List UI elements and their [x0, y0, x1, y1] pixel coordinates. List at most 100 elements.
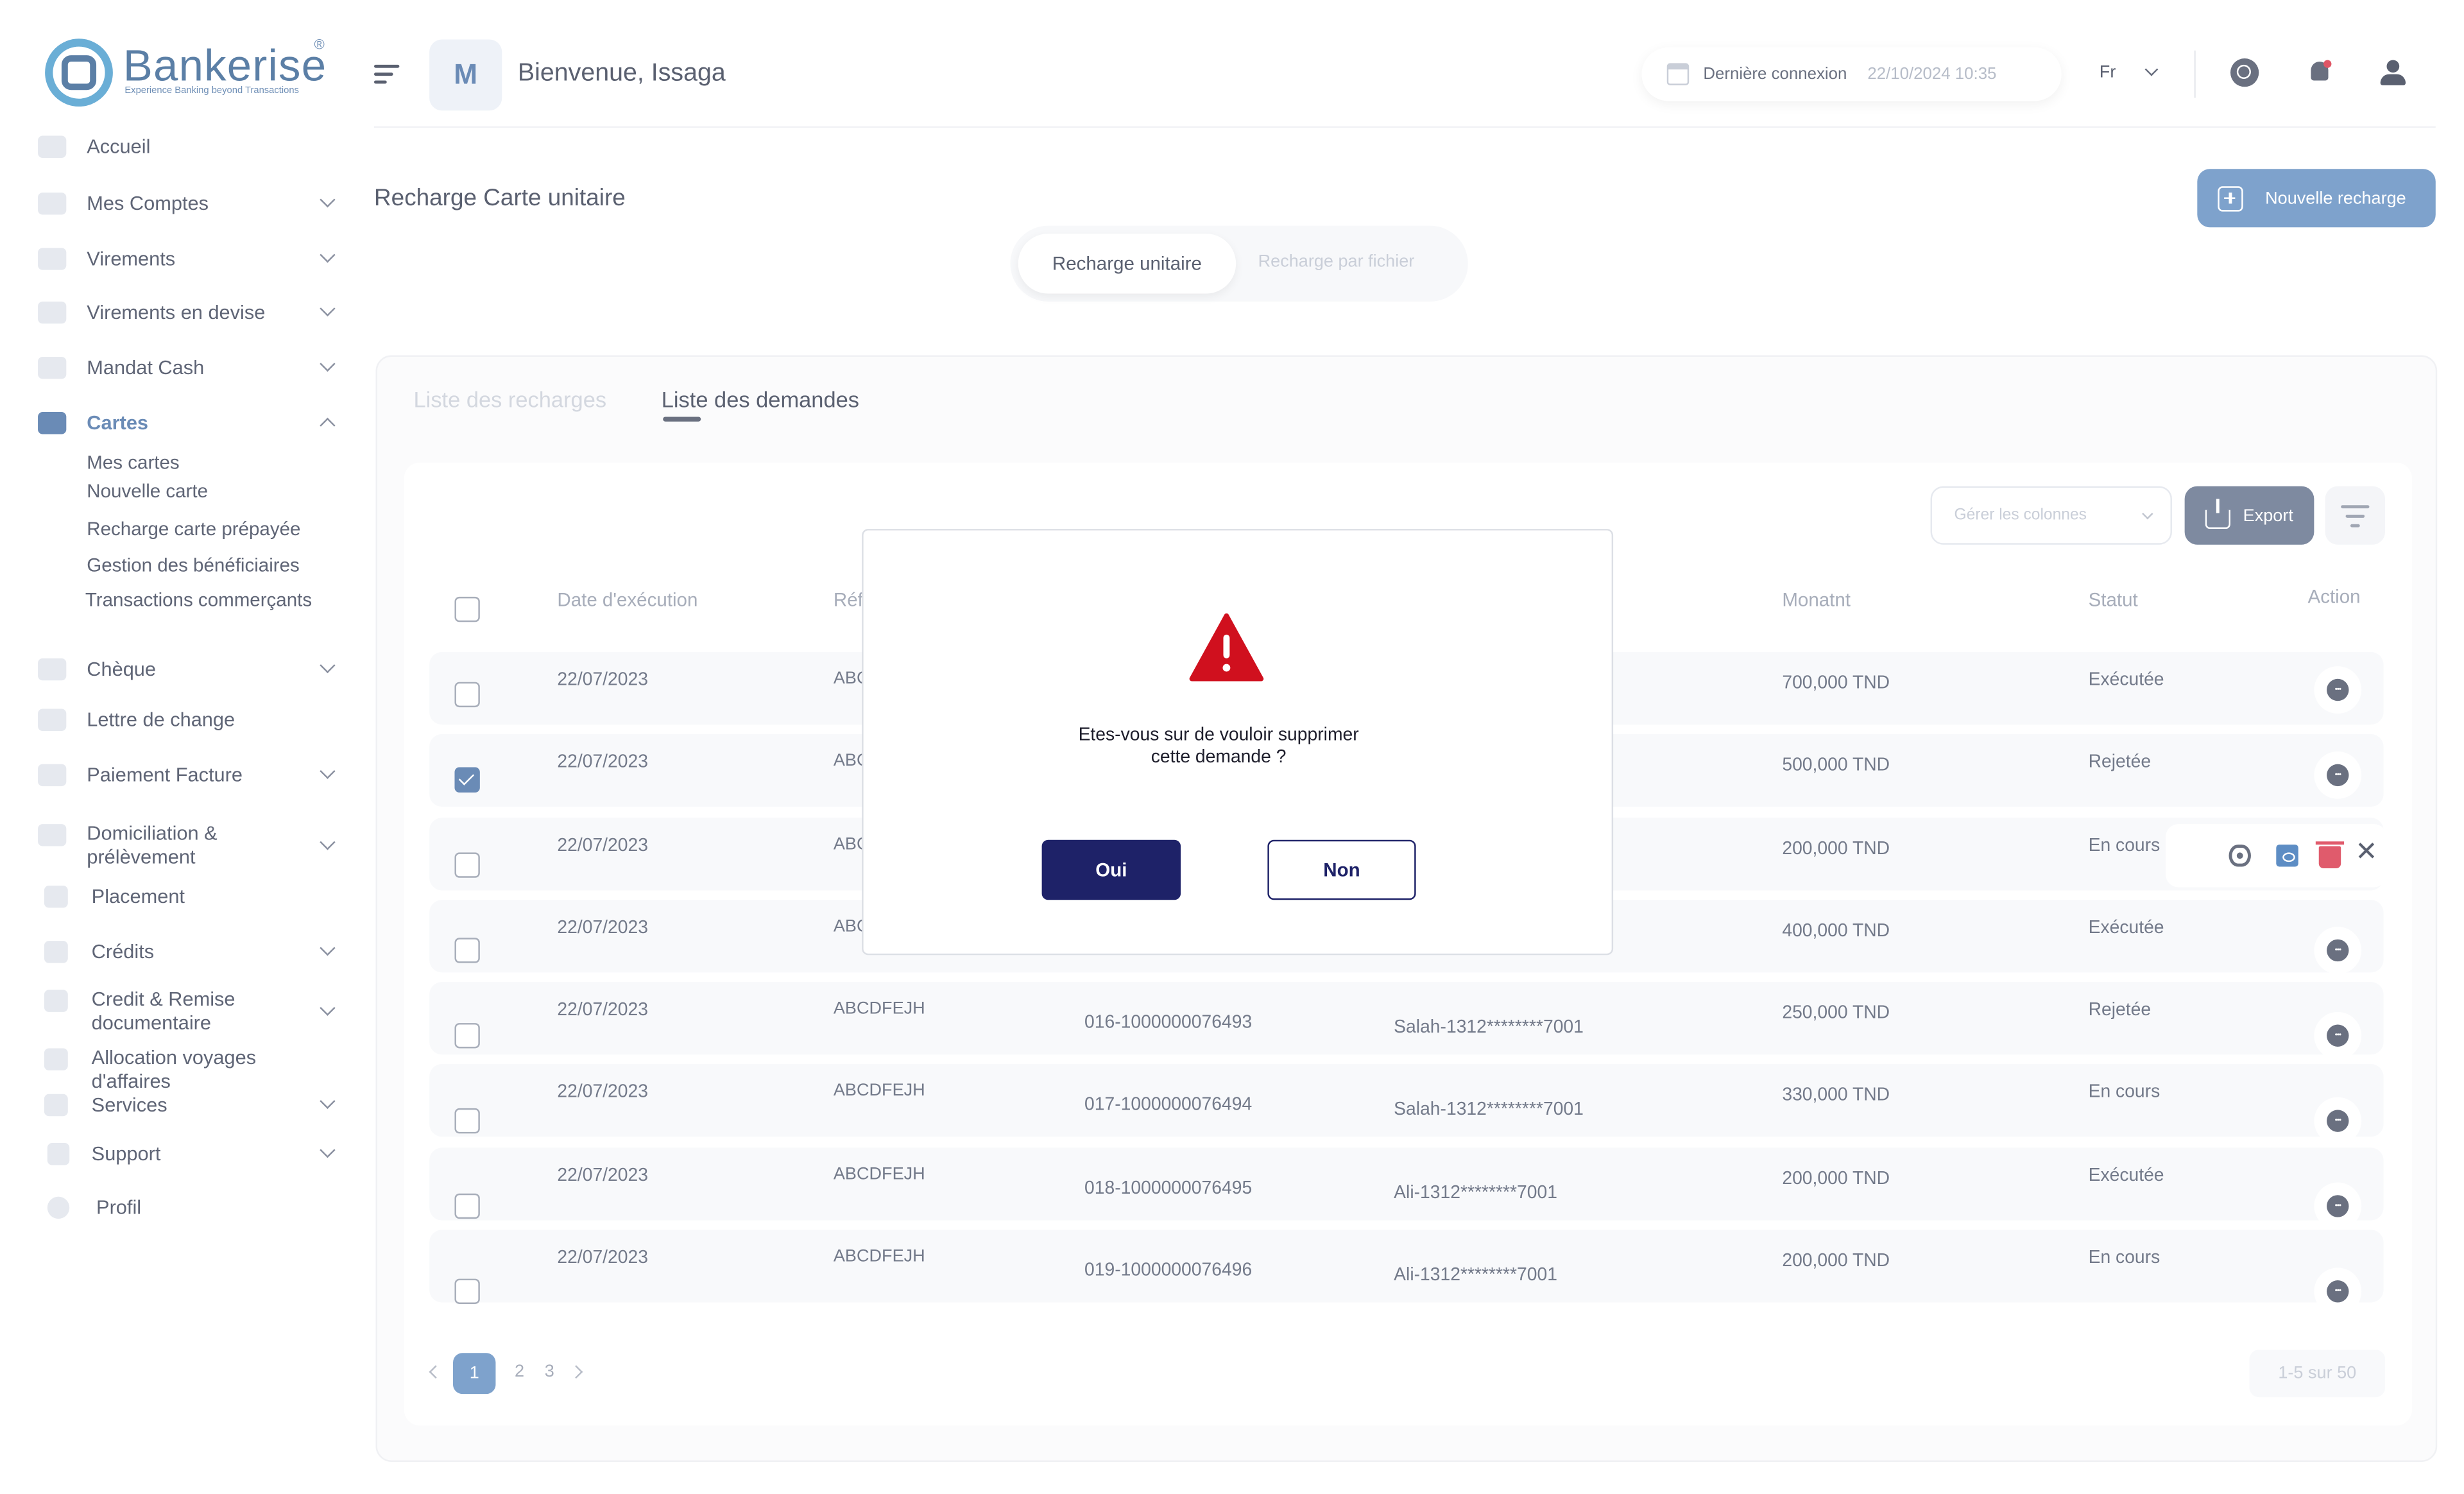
- cell-compte: 018-1000000076495: [1084, 1179, 1253, 1199]
- new-recharge-button[interactable]: Nouvelle recharge: [2197, 169, 2436, 228]
- pagination-page-3[interactable]: 3: [545, 1362, 554, 1382]
- chevron-down-icon: [320, 1000, 336, 1016]
- bankerise-logo[interactable]: Bankerise ® Experience Banking beyond Tr…: [44, 37, 344, 114]
- view-eye-icon[interactable]: [2229, 845, 2251, 867]
- row-checkbox[interactable]: [454, 767, 480, 793]
- cell-date: 22/07/2023: [557, 836, 648, 856]
- sidebar-sub-recharge-prepayee[interactable]: Recharge carte prépayée: [87, 518, 300, 540]
- confirm-no-button[interactable]: Non: [1267, 839, 1416, 900]
- cell-montant: 330,000 TND: [1782, 1086, 1890, 1105]
- pagination-page-2[interactable]: 2: [515, 1362, 524, 1382]
- row-actions-more-icon[interactable]: [2314, 666, 2362, 714]
- sidebar-item-credits[interactable]: Crédits: [44, 934, 346, 969]
- cell-beneficiaire: Ali-1312********7001: [1394, 1184, 1558, 1203]
- sidebar-item-virements[interactable]: Virements: [38, 241, 346, 276]
- sidebar-item-services[interactable]: Services: [44, 1088, 346, 1122]
- page-title: Recharge Carte unitaire: [374, 184, 626, 212]
- col-header-action: Action: [2307, 585, 2361, 608]
- sidebar-item-placement[interactable]: Placement: [44, 879, 352, 914]
- chart-icon: [44, 886, 68, 908]
- avatar: M: [429, 39, 502, 111]
- cell-montant: 500,000 TND: [1782, 756, 1890, 775]
- close-icon[interactable]: ✕: [2355, 837, 2377, 868]
- sidebar-sub-nouvelle-carte[interactable]: Nouvelle carte: [87, 480, 208, 502]
- mail-icon: [38, 356, 67, 379]
- row-actions-more-icon[interactable]: [2314, 1182, 2362, 1230]
- chevron-down-icon: [320, 834, 336, 850]
- cell-ref: ABCDFEJH: [833, 999, 925, 1018]
- sidebar-item-accueil[interactable]: Accueil: [38, 130, 346, 164]
- manage-columns-select[interactable]: Gérer les colonnes: [1930, 486, 2172, 545]
- sidebar-item-paiement-facture[interactable]: Paiement Facture: [38, 758, 346, 793]
- confirm-yes-button[interactable]: Oui: [1041, 839, 1181, 900]
- filter-button[interactable]: [2325, 486, 2386, 545]
- row-checkbox[interactable]: [454, 938, 480, 963]
- cell-montant: 400,000 TND: [1782, 922, 1890, 941]
- sidebar-item-cartes[interactable]: Cartes: [38, 406, 346, 440]
- notification-bell-icon[interactable]: [2308, 58, 2336, 87]
- cell-montant: 200,000 TND: [1782, 1251, 1890, 1271]
- transfer-icon: [38, 248, 67, 270]
- manage-columns-placeholder: Gérer les colonnes: [1954, 506, 2087, 524]
- cell-ref: ABCDFEJH: [833, 1247, 925, 1266]
- cell-statut: En cours: [2088, 1083, 2160, 1103]
- sidebar-item-cheque[interactable]: Chèque: [38, 652, 346, 687]
- sidebar-item-label: Credit & Remise documentaire: [91, 988, 235, 1035]
- pagination-page-1[interactable]: 1: [453, 1353, 496, 1395]
- app-root: Bankerise ® Experience Banking beyond Tr…: [0, 0, 2464, 1494]
- col-header-statut[interactable]: Statut: [2089, 589, 2138, 611]
- sidebar-item-lettre-change[interactable]: Lettre de change: [38, 703, 346, 737]
- sidebar-sub-mes-cartes[interactable]: Mes cartes: [87, 452, 179, 474]
- cell-date: 22/07/2023: [557, 918, 648, 938]
- delete-trash-icon[interactable]: [2315, 841, 2345, 868]
- row-checkbox[interactable]: [454, 852, 480, 878]
- sidebar-item-mes-comptes[interactable]: Mes Comptes: [38, 186, 346, 221]
- segment-recharge-fichier[interactable]: Recharge par fichier: [1258, 253, 1415, 272]
- edit-document-icon[interactable]: [2276, 845, 2298, 867]
- sidebar-sub-transactions-commercants[interactable]: Transactions commerçants: [85, 589, 312, 611]
- language-select[interactable]: Fr: [2099, 62, 2159, 82]
- sidebar-item-profil[interactable]: Profil: [47, 1190, 355, 1225]
- sidebar-item-credit-remise[interactable]: Credit & Remise documentaire: [44, 988, 346, 1039]
- row-checkbox[interactable]: [454, 682, 480, 708]
- row-actions-more-icon[interactable]: [2314, 927, 2362, 974]
- export-button[interactable]: Export: [2184, 486, 2314, 545]
- row-checkbox[interactable]: [454, 1023, 480, 1049]
- row-checkbox[interactable]: [454, 1108, 480, 1134]
- chevron-down-icon: [320, 247, 336, 263]
- cell-montant: 700,000 TND: [1782, 674, 1890, 693]
- menu-toggle-icon[interactable]: [374, 63, 400, 85]
- col-header-date[interactable]: Date d'exécution: [557, 589, 697, 611]
- home-icon: [38, 135, 67, 158]
- chevron-down-icon: [320, 763, 336, 779]
- language-value: Fr: [2099, 63, 2116, 82]
- row-checkbox[interactable]: [454, 1193, 480, 1219]
- sync-icon[interactable]: [2230, 58, 2259, 87]
- select-all-checkbox[interactable]: [454, 596, 480, 622]
- tab-liste-recharges[interactable]: Liste des recharges: [414, 387, 607, 412]
- row-checkbox[interactable]: [454, 1278, 480, 1304]
- sidebar-item-support[interactable]: Support: [47, 1137, 346, 1171]
- sidebar-item-domiciliation[interactable]: Domiciliation & prélèvement: [38, 823, 346, 873]
- currency-icon: [38, 301, 67, 324]
- chevron-down-icon: [320, 1093, 336, 1110]
- row-actions-more-icon[interactable]: [2314, 1267, 2362, 1316]
- header-divider: [2194, 50, 2196, 98]
- row-actions-more-icon[interactable]: [2314, 751, 2362, 799]
- card-icon: [38, 412, 67, 434]
- segment-recharge-unitaire[interactable]: Recharge unitaire: [1018, 234, 1236, 294]
- row-actions-more-icon[interactable]: [2314, 1011, 2362, 1060]
- sidebar-item-virements-devise[interactable]: Virements en devise: [38, 295, 346, 330]
- sidebar-item-mandat-cash[interactable]: Mandat Cash: [38, 350, 346, 385]
- sidebar-item-label: Lettre de change: [87, 708, 235, 731]
- cell-date: 22/07/2023: [557, 1083, 648, 1103]
- cell-beneficiaire: Salah-1312********7001: [1394, 1100, 1584, 1120]
- tab-liste-demandes[interactable]: Liste des demandes: [662, 387, 859, 412]
- sidebar-item-label: Domiciliation & prélèvement: [87, 822, 218, 868]
- col-header-ref[interactable]: Réf: [834, 589, 863, 611]
- user-icon[interactable]: [2379, 58, 2407, 87]
- row-actions-more-icon[interactable]: [2314, 1097, 2362, 1145]
- active-tab-indicator: [663, 416, 701, 422]
- sidebar-sub-gestion-beneficiaires[interactable]: Gestion des bénéficiaires: [87, 554, 299, 576]
- col-header-montant[interactable]: Monatnt: [1782, 589, 1851, 611]
